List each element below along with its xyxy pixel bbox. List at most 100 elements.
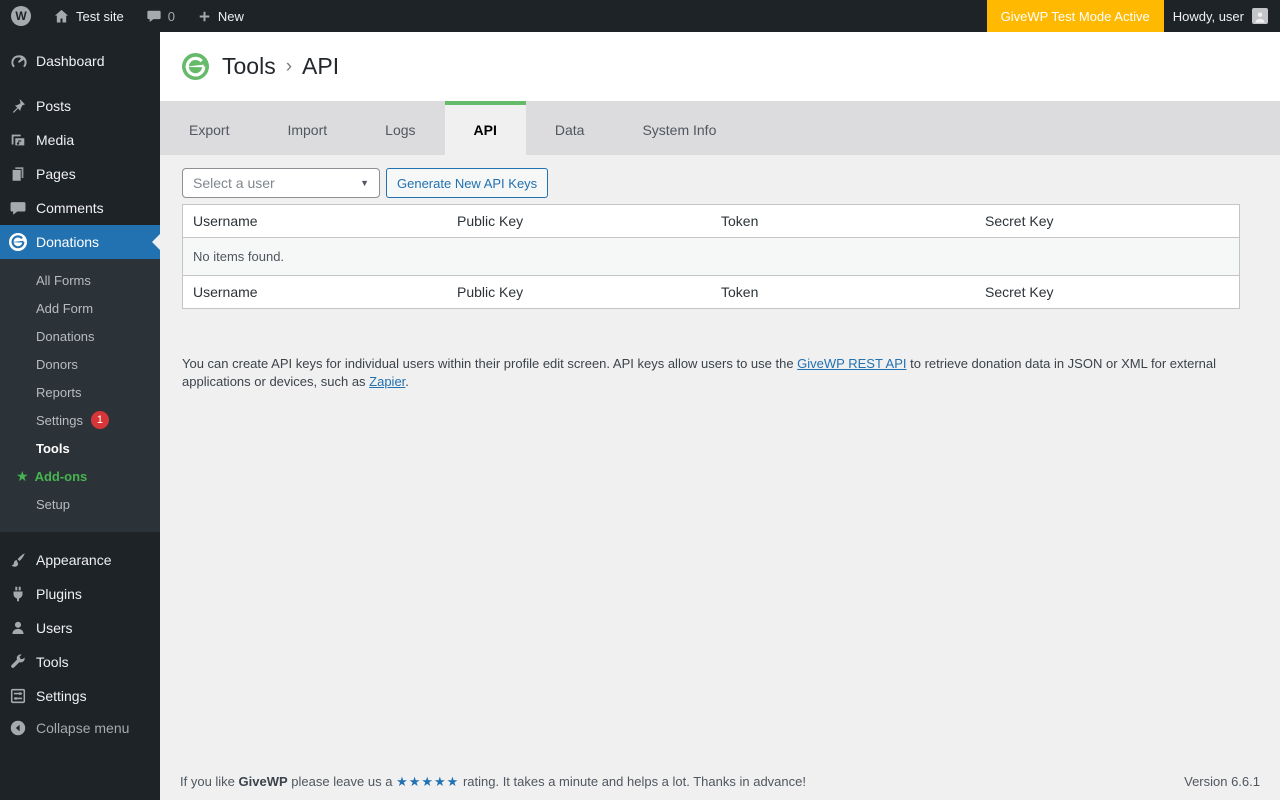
footer-text: rating. It takes a minute and helps a lo… — [459, 774, 806, 789]
givewp-logo-icon — [182, 53, 209, 80]
submenu-label: Donors — [36, 356, 78, 372]
sidebar-item-settings[interactable]: Settings — [0, 679, 160, 713]
settings-update-badge: 1 — [90, 411, 109, 429]
sidebar-item-appearance[interactable]: Appearance — [0, 543, 160, 577]
plus-icon — [199, 11, 210, 21]
person-icon — [1255, 12, 1265, 23]
comments-admin-bar-link[interactable]: 0 — [135, 0, 186, 32]
givewp-icon — [8, 232, 28, 252]
home-icon — [54, 9, 69, 22]
tab-import[interactable]: Import — [258, 101, 356, 155]
submenu-item-addons[interactable]: ★ Add-ons — [0, 462, 160, 490]
person-icon — [8, 618, 28, 638]
sidebar-item-label: Dashboard — [36, 53, 105, 69]
tab-label: API — [473, 122, 497, 138]
sidebar-item-label: Appearance — [36, 552, 112, 568]
column-footer-public-key: Public Key — [457, 284, 524, 300]
sidebar-item-comments[interactable]: Comments — [0, 191, 160, 225]
new-content-button[interactable]: New — [186, 0, 255, 32]
empty-message: No items found. — [183, 238, 1239, 276]
table-row: No items found. — [183, 238, 1239, 276]
sidebar-item-label: Comments — [36, 200, 104, 216]
sidebar-item-label: Plugins — [36, 586, 82, 602]
submenu-label: Add-ons — [34, 468, 88, 484]
user-avatar — [1252, 8, 1268, 24]
tab-system-info[interactable]: System Info — [613, 101, 745, 155]
wordpress-menu-button[interactable]: W — [0, 0, 42, 32]
admin-sidebar: Dashboard Posts Media Pages Comments Don… — [0, 32, 160, 800]
submenu-item-all-forms[interactable]: All Forms — [0, 266, 160, 294]
settings-sliders-icon — [8, 686, 28, 706]
sidebar-item-dashboard[interactable]: Dashboard — [0, 44, 160, 78]
chevron-down-icon: ▼ — [360, 178, 369, 188]
howdy-label: Howdy, user — [1172, 8, 1244, 24]
submenu-label: Settings — [36, 412, 83, 428]
collapse-arrow-icon — [8, 718, 28, 738]
table-header: Username Public Key Token Secret Key — [183, 205, 1239, 238]
submenu-item-setup[interactable]: Setup — [0, 490, 160, 518]
submenu-label: Donations — [36, 328, 95, 344]
sidebar-item-label: Pages — [36, 166, 76, 182]
tab-logs[interactable]: Logs — [356, 101, 444, 155]
tab-api[interactable]: API — [444, 101, 526, 155]
tab-label: Logs — [385, 122, 416, 138]
givewp-test-mode-badge[interactable]: GiveWP Test Mode Active — [986, 0, 1164, 32]
current-menu-arrow — [152, 234, 160, 250]
givewp-rest-api-link[interactable]: GiveWP REST API — [797, 356, 906, 371]
site-name-link[interactable]: Test site — [42, 0, 135, 32]
page-footer: If you like GiveWP please leave us a ★★★… — [180, 774, 1260, 790]
footer-text: please leave us a — [287, 774, 397, 789]
sidebar-item-label: Tools — [36, 654, 69, 670]
sidebar-item-label: Collapse menu — [36, 720, 130, 736]
submenu-item-donors[interactable]: Donors — [0, 350, 160, 378]
sidebar-item-donations[interactable]: Donations — [0, 225, 160, 259]
generate-api-keys-button[interactable]: Generate New API Keys — [386, 168, 549, 198]
sidebar-item-tools[interactable]: Tools — [0, 645, 160, 679]
howdy-account-menu[interactable]: Howdy, user — [1164, 0, 1277, 32]
submenu-item-add-form[interactable]: Add Form — [0, 294, 160, 322]
tab-export[interactable]: Export — [160, 101, 258, 155]
pages-icon — [8, 164, 28, 184]
submenu-item-reports[interactable]: Reports — [0, 378, 160, 406]
breadcrumb-current: API — [302, 53, 340, 79]
tab-label: Data — [554, 122, 585, 138]
tab-data[interactable]: Data — [526, 101, 614, 155]
comments-count: 0 — [167, 8, 175, 24]
tools-tab-bar: Export Import Logs API Data System Info — [160, 101, 1280, 155]
column-header-username: Username — [183, 205, 447, 238]
user-select[interactable]: Select a user ▼ — [182, 168, 380, 198]
submenu-item-donations[interactable]: Donations — [0, 322, 160, 350]
admin-bar: W Test site 0 New GiveWP Test Mode Activ… — [0, 0, 1280, 32]
sidebar-item-plugins[interactable]: Plugins — [0, 577, 160, 611]
table-footer: Username Public Key Token Secret Key — [183, 276, 1239, 308]
table-header-row: Username Public Key Token Secret Key — [183, 205, 1239, 238]
column-header-secret-key: Secret Key — [975, 205, 1239, 238]
sidebar-item-label: Users — [36, 620, 73, 636]
sidebar-item-media[interactable]: Media — [0, 123, 160, 157]
wordpress-logo-icon: W — [11, 6, 31, 26]
submenu-label: Setup — [36, 496, 70, 512]
footer-text: If you like — [180, 774, 239, 789]
table-body: No items found. — [183, 238, 1239, 276]
description-text: . — [405, 374, 409, 390]
sidebar-item-users[interactable]: Users — [0, 611, 160, 645]
sidebar-item-pages[interactable]: Pages — [0, 157, 160, 191]
submenu-item-tools[interactable]: Tools — [0, 434, 160, 462]
description-text: You can create API keys for individual u… — [182, 356, 798, 371]
api-keys-table: Username Public Key Token Secret Key No … — [182, 204, 1240, 309]
sidebar-item-posts[interactable]: Posts — [0, 89, 160, 123]
user-select-value: Select a user — [193, 175, 275, 191]
tab-label: Export — [189, 122, 230, 138]
wrench-icon — [8, 652, 28, 672]
new-label: New — [217, 8, 244, 24]
table-footer-row: Username Public Key Token Secret Key — [183, 276, 1239, 308]
five-star-rating-link[interactable]: ★★★★★ — [396, 774, 459, 789]
rating-request: If you like GiveWP please leave us a ★★★… — [180, 774, 806, 790]
zapier-link[interactable]: Zapier — [369, 374, 405, 389]
menu-top-padding — [0, 32, 160, 44]
star-icon: ★ — [16, 467, 29, 484]
comment-bubble-icon — [147, 10, 161, 22]
menu-separator — [0, 532, 160, 543]
collapse-menu-button[interactable]: Collapse menu — [0, 711, 160, 745]
submenu-item-settings[interactable]: Settings 1 — [0, 406, 160, 434]
